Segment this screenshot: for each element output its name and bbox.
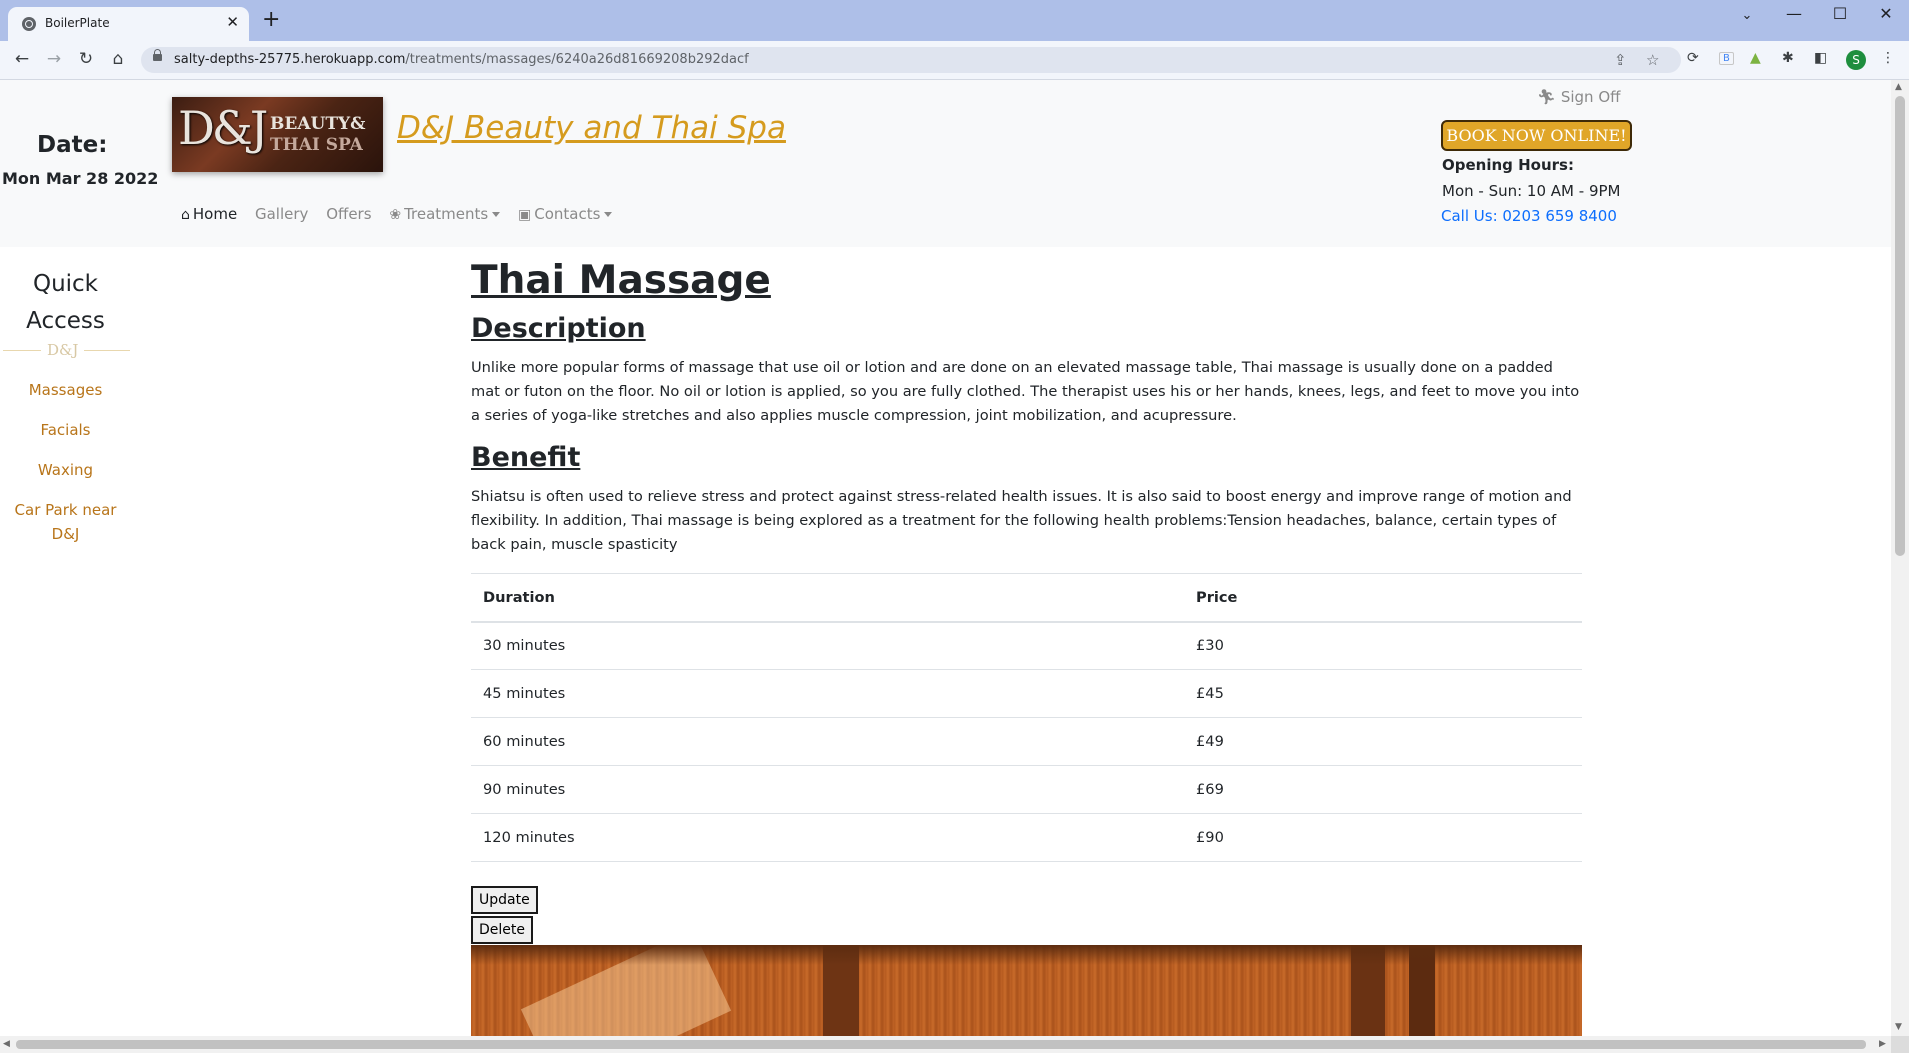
lotus-icon: ❀	[389, 207, 402, 223]
logo[interactable]: D&J BEAUTY& THAI SPA	[172, 97, 383, 172]
price-table: Duration Price 30 minutes £30 45 minutes £…	[471, 573, 1582, 862]
scroll-right-icon[interactable]: ▶	[1879, 1039, 1886, 1049]
minimize-icon[interactable]: —	[1771, 4, 1817, 23]
chevron-down-icon	[604, 212, 613, 217]
reload-icon[interactable]: ↻	[75, 49, 97, 69]
price-cell: £30	[1184, 621, 1582, 670]
extension-sync-icon[interactable]: ⟳	[1687, 50, 1699, 66]
close-tab-icon[interactable]: ✕	[226, 13, 239, 31]
duration-cell: 30 minutes	[471, 621, 1184, 670]
quick-access-divider-text: D&J	[41, 341, 85, 359]
side-panel-icon[interactable]: ◧	[1814, 50, 1827, 66]
forward-icon[interactable]: →	[43, 49, 65, 69]
date-label: Date:	[37, 132, 108, 158]
quick-access-title: Quick Access	[26, 271, 105, 334]
bookmark-star-icon[interactable]: ☆	[1646, 51, 1659, 69]
description-heading: Description	[471, 313, 646, 344]
nav-treatments-dropdown[interactable]: ❀ Treatments	[389, 205, 501, 223]
browser-tab[interactable]: BoilerPlate ✕	[8, 7, 249, 41]
quick-link-waxing[interactable]: Waxing	[0, 458, 131, 482]
nav-contacts-dropdown[interactable]: ▣ Contacts	[517, 205, 613, 223]
duration-cell: 120 minutes	[471, 813, 1184, 862]
book-now-button[interactable]: BOOK NOW ONLINE!	[1441, 120, 1632, 151]
quick-link-car-park[interactable]: Car Park near D&J	[0, 498, 131, 546]
benefit-heading: Benefit	[471, 442, 581, 473]
logo-dj-text: D&J	[178, 101, 268, 155]
logo-line2: THAI SPA	[270, 135, 363, 155]
table-row: 90 minutes £69	[471, 765, 1582, 814]
column-header-duration: Duration	[471, 573, 1184, 623]
delete-button[interactable]: Delete	[471, 916, 533, 944]
extension-plant-icon[interactable]: ▲	[1750, 50, 1761, 66]
nav-gallery[interactable]: Gallery	[255, 205, 308, 223]
scroll-left-icon[interactable]: ◀	[3, 1039, 10, 1049]
back-icon[interactable]: ←	[11, 49, 33, 69]
call-us-link[interactable]: Call Us: 0203 659 8400	[1441, 207, 1617, 225]
table-row: 45 minutes £45	[471, 669, 1582, 718]
column-header-price: Price	[1184, 573, 1582, 623]
horizontal-scrollbar[interactable]: ◀ ▶	[0, 1036, 1891, 1053]
home-icon: ⌂	[181, 207, 190, 223]
browser-tab-strip: BoilerPlate ✕ + ⌄ — ☐ ✕	[0, 0, 1909, 41]
price-cell: £69	[1184, 765, 1582, 814]
description-text: Unlike more popular forms of massage tha…	[471, 359, 1580, 424]
nav-home[interactable]: ⌂ Home	[181, 205, 237, 223]
table-row: 60 minutes £49	[471, 717, 1582, 766]
tab-title: BoilerPlate	[45, 16, 110, 30]
maximize-icon[interactable]: ☐	[1817, 4, 1863, 23]
opening-hours-title: Opening Hours:	[1442, 156, 1574, 174]
scrollbar-corner	[1891, 1036, 1909, 1053]
table-row: 120 minutes £90	[471, 813, 1582, 862]
globe-icon	[22, 17, 36, 31]
extensions-puzzle-icon[interactable]: ✱	[1782, 50, 1794, 66]
profile-avatar[interactable]: S	[1846, 50, 1866, 70]
site-header: Date: Mon Mar 28 2022 D&J BEAUTY& THAI S…	[0, 80, 1891, 247]
horizontal-scroll-thumb[interactable]	[16, 1040, 1866, 1049]
logo-line1: BEAUTY&	[270, 114, 366, 134]
table-row: 30 minutes £30	[471, 621, 1582, 670]
vertical-scrollbar[interactable]: ▲ ▼	[1891, 80, 1909, 1036]
close-window-icon[interactable]: ✕	[1863, 4, 1909, 23]
browser-toolbar: ← → ↻ ⌂ salty-depths-25775.herokuapp.com…	[0, 41, 1909, 80]
contact-card-icon: ▣	[517, 207, 532, 223]
nav-offers[interactable]: Offers	[326, 205, 371, 223]
duration-cell: 90 minutes	[471, 765, 1184, 814]
home-icon[interactable]: ⌂	[107, 49, 129, 69]
brand-link[interactable]: D&J Beauty and Thai Spa	[397, 110, 786, 146]
new-tab-icon[interactable]: +	[262, 9, 280, 31]
page-title: Thai Massage	[471, 258, 771, 303]
date-value: Mon Mar 28 2022	[2, 169, 159, 188]
scroll-down-icon[interactable]: ▼	[1895, 1022, 1902, 1032]
main-nav: ⌂ Home Gallery Offers ❀ Treatments ▣ Contac…	[181, 205, 625, 223]
benefit-text: Shiatsu is often used to relieve stress …	[471, 488, 1572, 553]
page-viewport: Date: Mon Mar 28 2022 D&J BEAUTY& THAI S…	[0, 80, 1891, 1036]
price-cell: £49	[1184, 717, 1582, 766]
vertical-scroll-thumb[interactable]	[1895, 96, 1905, 556]
chevron-down-icon	[492, 212, 501, 217]
share-icon[interactable]: ⇪	[1614, 51, 1627, 69]
price-cell: £90	[1184, 813, 1582, 862]
update-button[interactable]: Update	[471, 886, 538, 914]
opening-hours-value: Mon - Sun: 10 AM - 9PM	[1442, 182, 1621, 200]
quick-link-facials[interactable]: Facials	[0, 418, 131, 442]
extension-b-icon[interactable]: B	[1719, 52, 1734, 65]
running-person-icon: 🏃︎	[1537, 88, 1557, 106]
tab-search-icon[interactable]: ⌄	[1724, 8, 1770, 23]
url-text[interactable]: salty-depths-25775.herokuapp.com/treatme…	[174, 52, 749, 67]
sign-off-link[interactable]: 🏃︎ Sign Off	[1537, 88, 1620, 106]
duration-cell: 60 minutes	[471, 717, 1184, 766]
table-header-row: Duration Price	[471, 573, 1582, 623]
price-cell: £45	[1184, 669, 1582, 718]
quick-link-massages[interactable]: Massages	[0, 378, 131, 402]
lock-icon[interactable]	[153, 49, 162, 61]
menu-kebab-icon[interactable]: ⋮	[1881, 50, 1895, 66]
scroll-up-icon[interactable]: ▲	[1895, 82, 1902, 92]
massage-photo	[471, 945, 1582, 1036]
address-bar[interactable]: salty-depths-25775.herokuapp.com/treatme…	[141, 47, 1681, 73]
duration-cell: 45 minutes	[471, 669, 1184, 718]
